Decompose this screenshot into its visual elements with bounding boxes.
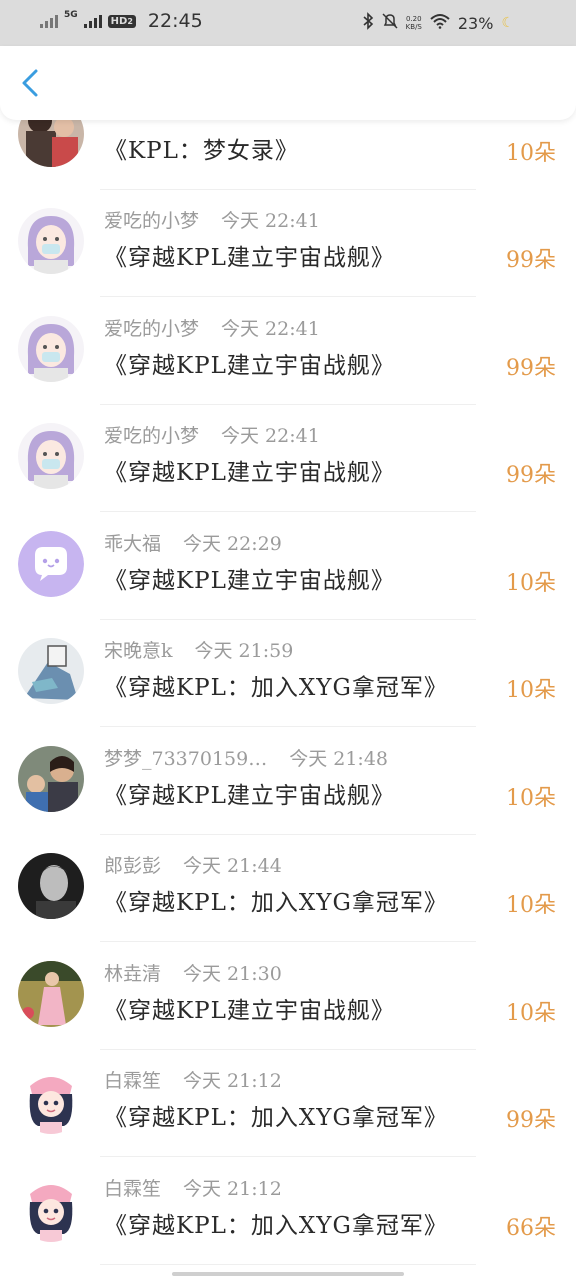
gift-record-list: 《KPL：梦女录》 10朵 爱吃的小梦 今天 22:41 《穿越KPL建立宇宙战舰》 99… [0, 120, 576, 1268]
list-item[interactable]: 乖大福 今天 22:29 《穿越KPL建立宇宙战舰》 10朵 [0, 513, 576, 620]
list-item[interactable]: 宋晚意k 今天 21:59 《穿越KPL：加入XYG拿冠军》 10朵 [0, 620, 576, 727]
gift-amount: 99朵 [506, 355, 556, 381]
book-title: 《KPL：梦女录》 [104, 138, 299, 164]
gift-amount: 10朵 [506, 1000, 556, 1026]
book-title: 《穿越KPL建立宇宙战舰》 [104, 782, 395, 809]
timestamp: 今天 21:30 [183, 962, 282, 985]
sender-name: 郎彭彭 [104, 855, 162, 877]
item-meta: 宋晚意k 今天 21:59 [104, 636, 293, 663]
timestamp: 今天 21:12 [183, 1070, 282, 1092]
battery-text: 23% [457, 13, 494, 33]
list-item[interactable]: 林垚清 今天 21:30 《穿越KPL建立宇宙战舰》 10朵 [0, 943, 576, 1050]
gift-amount: 99朵 [506, 1108, 556, 1133]
moon-icon: ☾ [501, 15, 514, 31]
sender-name: 爱吃的小梦 [104, 425, 200, 447]
back-button[interactable] [16, 68, 46, 98]
gift-amount: 10朵 [506, 893, 556, 918]
item-meta: 爱吃的小梦 今天 22:41 [104, 206, 320, 233]
list-item[interactable]: 梦梦_73370159… 今天 21:48 《穿越KPL建立宇宙战舰》 10朵 [0, 728, 576, 835]
timestamp: 今天 22:41 [221, 317, 320, 340]
gift-amount: 66朵 [506, 1215, 556, 1241]
timestamp: 今天 21:59 [194, 640, 294, 662]
avatar[interactable] [18, 1068, 84, 1134]
net-speed: 0.20 KB/S [405, 15, 422, 31]
item-meta: 白霖笙 今天 21:12 [104, 1066, 282, 1093]
gift-amount: 10朵 [506, 570, 556, 596]
status-left: 5G HD2 22:45 [40, 10, 203, 32]
item-meta: 爱吃的小梦 今天 22:41 [104, 314, 320, 341]
list-item[interactable]: 郎彭彭 今天 21:44 《穿越KPL：加入XYG拿冠军》 10朵 [0, 835, 576, 942]
avatar[interactable] [18, 638, 84, 704]
sender-name: 林垚清 [104, 962, 162, 985]
timestamp: 今天 21:48 [289, 747, 389, 770]
gift-amount: 10朵 [506, 678, 556, 703]
timestamp: 今天 21:44 [183, 855, 282, 877]
sender-name: 爱吃的小梦 [104, 317, 200, 340]
network-type: 5G [64, 9, 78, 20]
list-item[interactable]: 白霖笙 今天 21:12 《穿越KPL：加入XYG拿冠军》 99朵 [0, 1050, 576, 1157]
clock: 22:45 [147, 10, 203, 32]
top-nav-bar [0, 46, 576, 120]
row-divider [100, 1263, 476, 1265]
book-title: 《穿越KPL建立宇宙战舰》 [104, 352, 395, 379]
book-title: 《穿越KPL建立宇宙战舰》 [104, 460, 395, 486]
gift-amount: 10朵 [506, 141, 556, 166]
avatar[interactable] [18, 120, 84, 167]
timestamp: 今天 21:12 [183, 1177, 282, 1200]
book-title: 《穿越KPL建立宇宙战舰》 [104, 245, 395, 271]
item-meta: 梦梦_73370159… 今天 21:48 [104, 744, 388, 771]
gift-amount: 99朵 [506, 248, 556, 273]
avatar[interactable] [18, 530, 84, 597]
sender-name: 爱吃的小梦 [104, 210, 200, 232]
home-indicator[interactable] [172, 1272, 404, 1276]
sender-name: 宋晚意k [104, 640, 173, 662]
book-title: 《穿越KPL：加入XYG拿冠军》 [104, 890, 448, 916]
timestamp: 今天 22:41 [221, 425, 320, 447]
list-item[interactable]: 白霖笙 今天 21:12 《穿越KPL：加入XYG拿冠军》 66朵 [0, 1158, 576, 1265]
list-item[interactable]: 爱吃的小梦 今天 22:41 《穿越KPL建立宇宙战舰》 99朵 [0, 190, 576, 297]
avatar[interactable] [18, 853, 84, 919]
list-item[interactable]: 爱吃的小梦 今天 22:41 《穿越KPL建立宇宙战舰》 99朵 [0, 298, 576, 405]
mute-bell-icon [382, 12, 398, 34]
item-meta [104, 120, 126, 121]
avatar[interactable] [18, 745, 84, 812]
item-meta: 郎彭彭 今天 21:44 [104, 851, 282, 878]
book-title: 《穿越KPL建立宇宙战舰》 [104, 997, 395, 1024]
list-item[interactable]: 爱吃的小梦 今天 22:41 《穿越KPL建立宇宙战舰》 99朵 [0, 405, 576, 512]
avatar[interactable] [18, 208, 84, 274]
hd-badge: HD2 [107, 14, 136, 28]
status-right: 0.20 KB/S 23% ☾ [362, 12, 514, 34]
item-meta: 林垚清 今天 21:30 [104, 959, 282, 986]
avatar[interactable] [18, 1175, 84, 1242]
avatar[interactable] [18, 315, 84, 382]
gift-amount: 10朵 [506, 785, 556, 811]
avatar[interactable] [18, 423, 84, 489]
timestamp: 今天 22:29 [183, 532, 282, 555]
item-meta: 乖大福 今天 22:29 [104, 529, 282, 556]
sender-name: 乖大福 [104, 532, 162, 555]
signal-icon-1 [40, 14, 58, 28]
timestamp: 今天 22:41 [221, 210, 320, 232]
sender-name: 梦梦_73370159… [104, 747, 268, 770]
sender-name: 白霖笙 [104, 1177, 162, 1200]
sender-name: 白霖笙 [104, 1070, 162, 1092]
avatar[interactable] [18, 960, 84, 1027]
status-bar: 5G HD2 22:45 0.20 KB/S 23% ☾ [0, 0, 576, 46]
book-title: 《穿越KPL建立宇宙战舰》 [104, 567, 395, 594]
list-item[interactable]: 《KPL：梦女录》 10朵 [0, 120, 576, 190]
item-meta: 白霖笙 今天 21:12 [104, 1174, 282, 1201]
chevron-left-icon [22, 69, 38, 97]
gift-amount: 99朵 [506, 463, 556, 488]
bluetooth-icon [362, 12, 374, 34]
book-title: 《穿越KPL：加入XYG拿冠军》 [104, 1105, 448, 1131]
signal-icon-2 [83, 14, 102, 28]
wifi-icon [430, 13, 450, 33]
book-title: 《穿越KPL：加入XYG拿冠军》 [104, 1212, 448, 1239]
book-title: 《穿越KPL：加入XYG拿冠军》 [104, 675, 448, 701]
item-meta: 爱吃的小梦 今天 22:41 [104, 421, 320, 448]
